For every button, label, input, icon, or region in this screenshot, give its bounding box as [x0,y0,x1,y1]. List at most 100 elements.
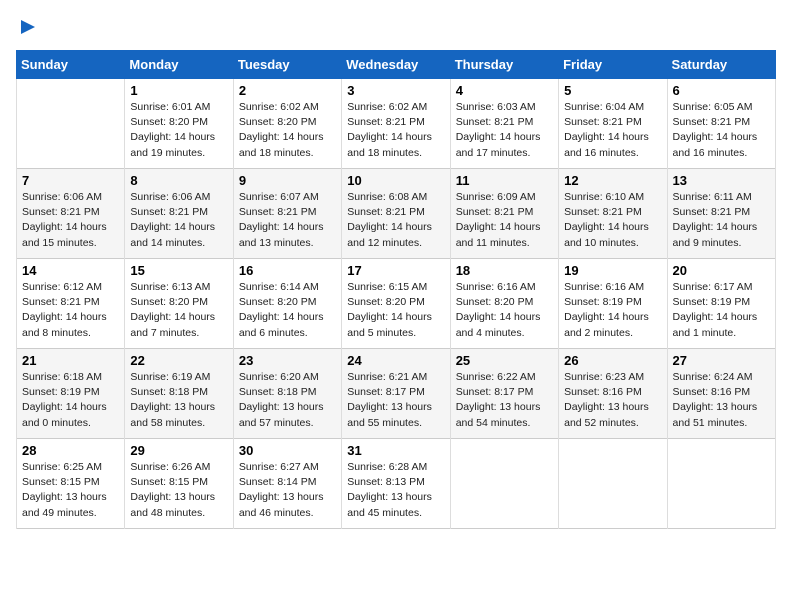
day-number: 18 [456,263,553,278]
calendar-cell: 7Sunrise: 6:06 AM Sunset: 8:21 PM Daylig… [17,169,125,259]
day-number: 6 [673,83,770,98]
calendar-cell: 10 Sunrise: 6:08 AM Sunset: 8:21 PM Dayli… [342,169,450,259]
calendar-cell: 4 Sunrise: 6:03 AM Sunset: 8:21 PM Daylig… [450,79,558,169]
day-info: Sunrise: 6:20 AM Sunset: 8:18 PM Dayligh… [239,370,336,431]
calendar-cell: 3Sunrise: 6:02 AM Sunset: 8:21 PM Daylig… [342,79,450,169]
calendar-header-row: SundayMondayTuesdayWednesdayThursdayFrid… [17,51,776,79]
header-cell-tuesday: Tuesday [233,51,341,79]
day-info: Sunrise: 6:21 AM Sunset: 8:17 PM Dayligh… [347,370,444,431]
header-cell-monday: Monday [125,51,233,79]
calendar-week-row: 14 Sunrise: 6:12 AM Sunset: 8:21 PM Dayli… [17,259,776,349]
day-number: 30 [239,443,336,458]
day-number: 2 [239,83,336,98]
header-cell-thursday: Thursday [450,51,558,79]
logo [16,16,39,38]
day-info: Sunrise: 6:03 AM Sunset: 8:21 PM Dayligh… [456,100,553,161]
calendar-cell: 23 Sunrise: 6:20 AM Sunset: 8:18 PM Dayli… [233,349,341,439]
day-number: 28 [22,443,119,458]
calendar-cell: 22 Sunrise: 6:19 AM Sunset: 8:18 PM Dayli… [125,349,233,439]
day-info: Sunrise: 6:07 AM Sunset: 8:21 PM Dayligh… [239,190,336,251]
day-number: 10 [347,173,444,188]
day-number: 4 [456,83,553,98]
day-number: 26 [564,353,661,368]
calendar-cell: 1 Sunrise: 6:01 AM Sunset: 8:20 PM Daylig… [125,79,233,169]
day-number: 25 [456,353,553,368]
calendar-cell: 5 Sunrise: 6:04 AM Sunset: 8:21 PM Daylig… [559,79,667,169]
day-info: Sunrise: 6:06 AM Sunset: 8:21 PM Dayligh… [130,190,227,251]
header-cell-sunday: Sunday [17,51,125,79]
day-number: 27 [673,353,770,368]
calendar-cell [667,439,775,529]
logo-arrow-icon [17,16,39,38]
day-info: Sunrise: 6:13 AM Sunset: 8:20 PM Dayligh… [130,280,227,341]
calendar-cell [17,79,125,169]
calendar-week-row: 1 Sunrise: 6:01 AM Sunset: 8:20 PM Daylig… [17,79,776,169]
day-number: 12 [564,173,661,188]
calendar-cell: 24 Sunrise: 6:21 AM Sunset: 8:17 PM Dayli… [342,349,450,439]
day-number: 7 [22,173,119,188]
calendar-cell: 12 Sunrise: 6:10 AM Sunset: 8:21 PM Dayli… [559,169,667,259]
calendar-cell: 17 Sunrise: 6:15 AM Sunset: 8:20 PM Dayli… [342,259,450,349]
calendar-cell: 8 Sunrise: 6:06 AM Sunset: 8:21 PM Daylig… [125,169,233,259]
day-info: Sunrise: 6:02 AM Sunset: 8:20 PM Dayligh… [239,100,336,161]
calendar-cell: 2 Sunrise: 6:02 AM Sunset: 8:20 PM Daylig… [233,79,341,169]
day-info: Sunrise: 6:10 AM Sunset: 8:21 PM Dayligh… [564,190,661,251]
day-number: 13 [673,173,770,188]
header-cell-saturday: Saturday [667,51,775,79]
day-info: Sunrise: 6:22 AM Sunset: 8:17 PM Dayligh… [456,370,553,431]
day-info: Sunrise: 6:28 AM Sunset: 8:13 PM Dayligh… [347,460,444,521]
day-info: Sunrise: 6:24 AM Sunset: 8:16 PM Dayligh… [673,370,770,431]
day-number: 5 [564,83,661,98]
calendar-cell: 30 Sunrise: 6:27 AM Sunset: 8:14 PM Dayli… [233,439,341,529]
day-info: Sunrise: 6:12 AM Sunset: 8:21 PM Dayligh… [22,280,119,341]
day-number: 1 [130,83,227,98]
page-header [16,16,776,38]
day-info: Sunrise: 6:01 AM Sunset: 8:20 PM Dayligh… [130,100,227,161]
day-info: Sunrise: 6:04 AM Sunset: 8:21 PM Dayligh… [564,100,661,161]
day-number: 23 [239,353,336,368]
day-info: Sunrise: 6:05 AM Sunset: 8:21 PM Dayligh… [673,100,770,161]
day-info: Sunrise: 6:08 AM Sunset: 8:21 PM Dayligh… [347,190,444,251]
calendar-cell: 15 Sunrise: 6:13 AM Sunset: 8:20 PM Dayli… [125,259,233,349]
day-info: Sunrise: 6:02 AM Sunset: 8:21 PM Dayligh… [347,100,444,161]
day-info: Sunrise: 6:27 AM Sunset: 8:14 PM Dayligh… [239,460,336,521]
calendar-cell: 28 Sunrise: 6:25 AM Sunset: 8:15 PM Dayli… [17,439,125,529]
day-number: 31 [347,443,444,458]
calendar-cell: 29Sunrise: 6:26 AM Sunset: 8:15 PM Dayli… [125,439,233,529]
day-number: 17 [347,263,444,278]
day-number: 9 [239,173,336,188]
calendar-cell: 14 Sunrise: 6:12 AM Sunset: 8:21 PM Dayli… [17,259,125,349]
calendar-cell: 25 Sunrise: 6:22 AM Sunset: 8:17 PM Dayli… [450,349,558,439]
day-info: Sunrise: 6:11 AM Sunset: 8:21 PM Dayligh… [673,190,770,251]
day-info: Sunrise: 6:25 AM Sunset: 8:15 PM Dayligh… [22,460,119,521]
calendar-cell: 19Sunrise: 6:16 AM Sunset: 8:19 PM Dayli… [559,259,667,349]
calendar-cell [559,439,667,529]
day-number: 15 [130,263,227,278]
calendar-table: SundayMondayTuesdayWednesdayThursdayFrid… [16,50,776,529]
calendar-week-row: 28 Sunrise: 6:25 AM Sunset: 8:15 PM Dayli… [17,439,776,529]
calendar-cell: 11Sunrise: 6:09 AM Sunset: 8:21 PM Dayli… [450,169,558,259]
calendar-cell: 27 Sunrise: 6:24 AM Sunset: 8:16 PM Dayli… [667,349,775,439]
day-info: Sunrise: 6:18 AM Sunset: 8:19 PM Dayligh… [22,370,119,431]
day-number: 11 [456,173,553,188]
day-number: 20 [673,263,770,278]
calendar-cell: 9 Sunrise: 6:07 AM Sunset: 8:21 PM Daylig… [233,169,341,259]
day-number: 21 [22,353,119,368]
day-number: 24 [347,353,444,368]
calendar-cell: 21 Sunrise: 6:18 AM Sunset: 8:19 PM Dayli… [17,349,125,439]
calendar-week-row: 21 Sunrise: 6:18 AM Sunset: 8:19 PM Dayli… [17,349,776,439]
calendar-cell: 31 Sunrise: 6:28 AM Sunset: 8:13 PM Dayli… [342,439,450,529]
calendar-cell: 13 Sunrise: 6:11 AM Sunset: 8:21 PM Dayli… [667,169,775,259]
day-info: Sunrise: 6:14 AM Sunset: 8:20 PM Dayligh… [239,280,336,341]
day-number: 22 [130,353,227,368]
day-info: Sunrise: 6:15 AM Sunset: 8:20 PM Dayligh… [347,280,444,341]
day-number: 19 [564,263,661,278]
day-number: 8 [130,173,227,188]
day-number: 29 [130,443,227,458]
day-info: Sunrise: 6:19 AM Sunset: 8:18 PM Dayligh… [130,370,227,431]
calendar-cell: 20Sunrise: 6:17 AM Sunset: 8:19 PM Dayli… [667,259,775,349]
header-cell-friday: Friday [559,51,667,79]
day-number: 16 [239,263,336,278]
calendar-cell: 16 Sunrise: 6:14 AM Sunset: 8:20 PM Dayli… [233,259,341,349]
day-number: 14 [22,263,119,278]
